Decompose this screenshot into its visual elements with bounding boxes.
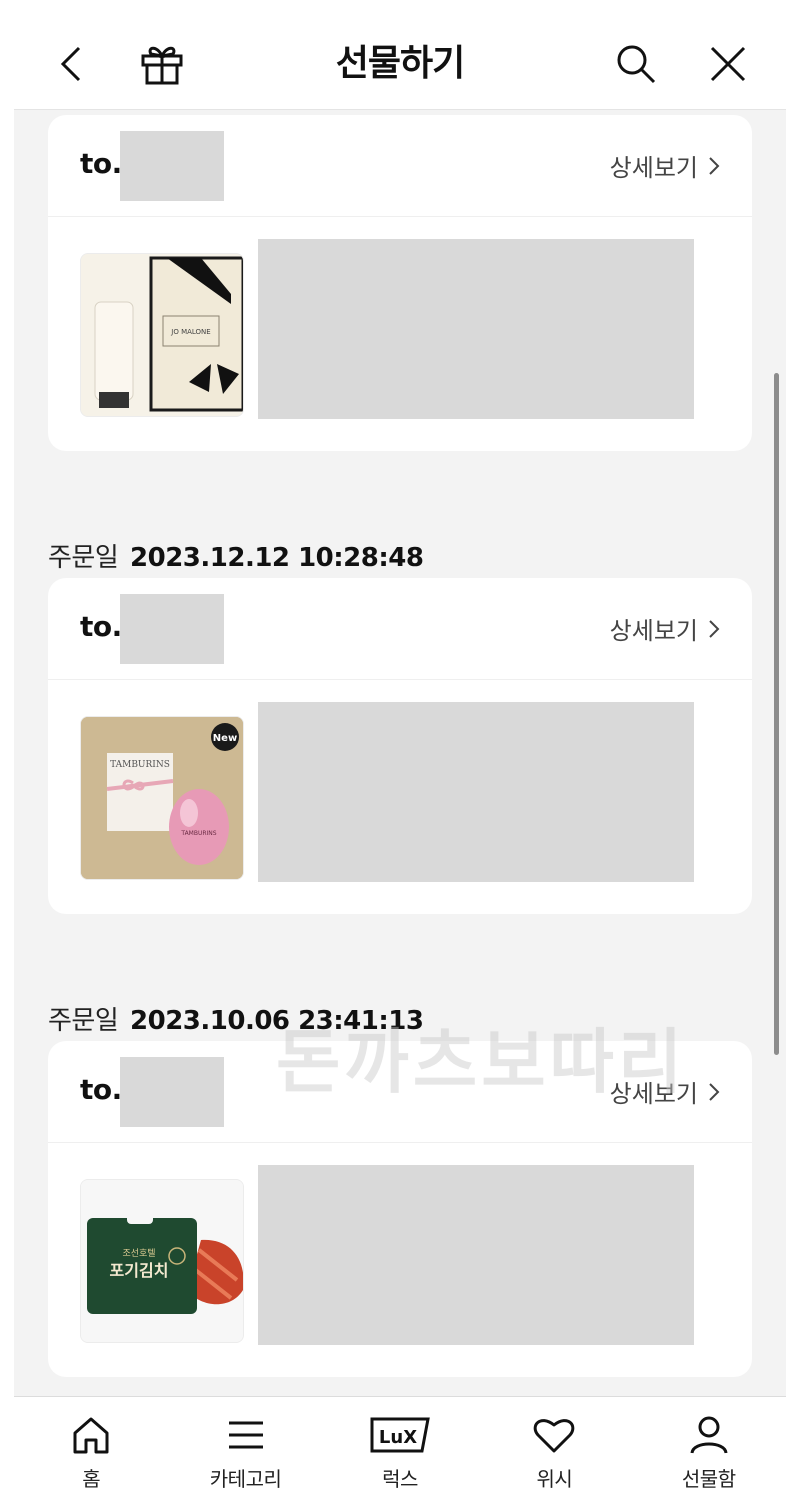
recipient-label: to. xyxy=(80,610,122,643)
chevron-right-icon xyxy=(709,1082,720,1101)
order-date-label: 주문일 xyxy=(48,543,119,573)
product-info-redacted xyxy=(258,702,694,882)
top-app-bar: 선물하기 xyxy=(14,18,786,110)
product-info-redacted xyxy=(258,239,694,419)
nav-category-label: 카테고리 xyxy=(209,1467,282,1491)
close-button[interactable] xyxy=(704,40,752,88)
tamburins-egg-text: TAMBURINS xyxy=(180,830,216,837)
tamburins-product-image: TAMBURINS TAMBURINS New xyxy=(81,717,243,879)
kimchi-brand-text: 조선호텔 xyxy=(122,1247,155,1259)
nav-lux-label: 럭스 xyxy=(382,1467,418,1491)
chevron-right-icon xyxy=(709,156,720,175)
product-thumbnail[interactable]: 조선호텔 포기김치 xyxy=(80,1179,244,1343)
order-date-row: 주문일 2023.10.06 23:41:13 xyxy=(48,1000,424,1037)
search-button[interactable] xyxy=(612,40,660,88)
detail-link-label: 상세보기 xyxy=(609,617,698,645)
gift-order-card: to. 상세보기 JO MALONE xyxy=(48,115,752,451)
tamburins-box-text: TAMBURINS xyxy=(110,760,170,770)
search-icon xyxy=(617,45,656,84)
recipient-name-redacted xyxy=(120,594,224,664)
jo-malone-product-image: JO MALONE xyxy=(81,254,243,416)
nav-gift-box-label: 선물함 xyxy=(681,1467,736,1491)
nav-home[interactable]: 홈 xyxy=(14,1397,168,1500)
order-date-value: 2023.10.06 23:41:13 xyxy=(130,1006,424,1036)
recipient-name-redacted xyxy=(120,1057,224,1127)
chevron-right-icon xyxy=(709,619,720,638)
gift-order-card: to. 상세보기 TAMBURINS TAMBURINS New xyxy=(48,578,752,914)
order-card-header: to. 상세보기 xyxy=(48,115,752,217)
detail-link-label: 상세보기 xyxy=(609,1080,698,1108)
nav-lux[interactable]: LuX 럭스 xyxy=(323,1397,477,1500)
detail-link-label: 상세보기 xyxy=(609,154,698,182)
close-icon xyxy=(710,46,746,82)
detail-link[interactable]: 상세보기 xyxy=(610,611,720,646)
detail-link[interactable]: 상세보기 xyxy=(610,1074,720,1109)
menu-icon xyxy=(228,1421,263,1449)
recipient-label: to. xyxy=(80,1073,122,1106)
gift-history-list: to. 상세보기 JO MALONE 주문일 2023.12.12 10:28:… xyxy=(14,111,786,1397)
order-date-value: 2023.12.12 10:28:48 xyxy=(130,543,424,573)
product-thumbnail[interactable]: JO MALONE xyxy=(80,253,244,417)
product-thumbnail[interactable]: TAMBURINS TAMBURINS New xyxy=(80,716,244,880)
nav-category[interactable]: 카테고리 xyxy=(168,1397,322,1500)
kimchi-title-text: 포기김치 xyxy=(110,1261,169,1280)
scrollbar[interactable] xyxy=(774,373,779,1055)
order-card-header: to. 상세보기 xyxy=(48,578,752,680)
order-date-row: 주문일 2023.12.12 10:28:48 xyxy=(48,537,424,574)
heart-icon xyxy=(534,1419,575,1453)
nav-gift-box[interactable]: 선물함 xyxy=(632,1397,786,1500)
new-badge: New xyxy=(213,733,237,744)
detail-link[interactable]: 상세보기 xyxy=(610,148,720,183)
gift-order-card: to. 상세보기 조선호텔 포기김치 xyxy=(48,1041,752,1377)
home-icon xyxy=(73,1417,109,1454)
user-icon xyxy=(690,1416,728,1454)
kimchi-product-image: 조선호텔 포기김치 xyxy=(81,1180,243,1342)
page-title: 선물하기 xyxy=(335,43,465,84)
jo-malone-box-text: JO MALONE xyxy=(170,328,210,336)
bottom-navigation: 홈 카테고리 LuX 럭스 위시 선물함 xyxy=(14,1396,786,1500)
recipient-label: to. xyxy=(80,147,122,180)
nav-wish[interactable]: 위시 xyxy=(477,1397,631,1500)
gift-screen: 선물하기 to. 상세보기 JO MALONE 주문일 2023.12.12 1… xyxy=(14,18,786,1500)
svg-text:LuX: LuX xyxy=(379,1427,417,1448)
recipient-name-redacted xyxy=(120,131,224,201)
lux-icon: LuX xyxy=(370,1417,430,1453)
order-card-header: to. 상세보기 xyxy=(48,1041,752,1143)
nav-wish-label: 위시 xyxy=(536,1467,573,1491)
nav-home-label: 홈 xyxy=(82,1467,101,1491)
order-date-label: 주문일 xyxy=(48,1006,119,1036)
product-info-redacted xyxy=(258,1165,694,1345)
